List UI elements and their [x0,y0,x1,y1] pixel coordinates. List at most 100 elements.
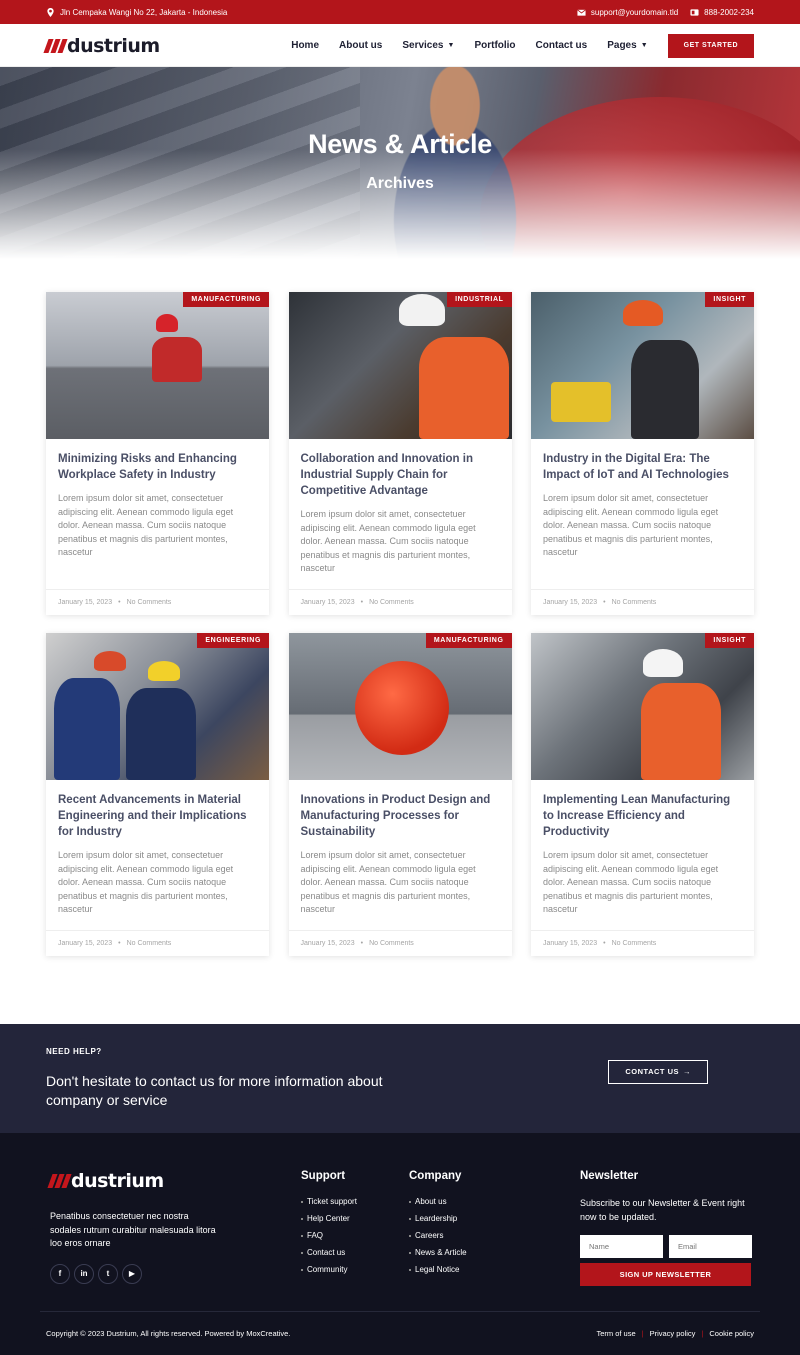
article-comments[interactable]: No Comments [127,940,172,947]
articles-grid: MANUFACTURING Minimizing Risks and Enhan… [46,292,754,956]
category-badge[interactable]: INSIGHT [705,292,754,307]
newsletter-text: Subscribe to our Newsletter & Event righ… [580,1198,745,1222]
article-card[interactable]: INSIGHT Industry in the Digital Era: The… [531,292,754,615]
site-logo[interactable]: dustrium [43,35,160,57]
worker-figure [152,337,202,382]
logo-mark-icon [43,38,68,53]
nav-item-services[interactable]: Services ▼ [402,40,454,51]
footer-link[interactable]: About us [409,1197,467,1206]
category-badge[interactable]: INDUSTRIAL [447,292,512,307]
article-meta: January 15, 2023 • No Comments [288,589,512,615]
meta-dot: • [360,940,364,947]
article-date: January 15, 2023 [543,599,598,606]
sign-up-newsletter-button[interactable]: SIGN UP NEWSLETTER [580,1263,751,1286]
linkedin-icon[interactable]: in [74,1263,94,1284]
youtube-icon[interactable]: ▶ [122,1263,142,1284]
article-card[interactable]: INDUSTRIAL Collaboration and Innovation … [288,292,512,615]
meta-dot: • [360,599,364,606]
nav-item-portfolio[interactable]: Portfolio [474,40,515,51]
footer-link[interactable]: Community [301,1265,357,1274]
category-badge[interactable]: MANUFACTURING [425,633,512,648]
red-tank-shape [354,661,449,755]
machine-shape [551,382,611,422]
logo-mark-icon [47,1174,72,1188]
helmet-shape [623,300,663,326]
facebook-icon[interactable]: f [50,1263,70,1284]
main-nav: Home About us Services ▼ Portfolio Contac… [291,33,754,58]
article-card[interactable]: INSIGHT Implementing Lean Manufacturing … [531,633,754,956]
article-title[interactable]: Recent Advancements in Material Engineer… [58,792,257,840]
article-title[interactable]: Industry in the Digital Era: The Impact … [543,451,742,483]
legal-link-cookie[interactable]: Cookie policy [709,1329,754,1338]
article-card[interactable]: MANUFACTURING Minimizing Risks and Enhan… [46,292,269,615]
category-badge[interactable]: INSIGHT [705,633,754,648]
nav-label: Services [402,40,444,51]
footer-link[interactable]: News & Article [409,1248,467,1257]
nav-item-home[interactable]: Home [291,40,319,51]
article-title[interactable]: Minimizing Risks and Enhancing Workplace… [58,451,257,483]
article-card[interactable]: ENGINEERING Recent Advancements in Mater… [46,633,269,956]
article-title[interactable]: Implementing Lean Manufacturing to Incre… [543,792,742,840]
newsletter-heading: Newsletter [580,1170,639,1182]
phone-text[interactable]: 888-2002-234 [704,8,754,17]
article-title[interactable]: Innovations in Product Design and Manufa… [301,792,500,840]
site-footer: dustrium Penatibus consectetuer nec nost… [0,1133,800,1355]
footer-link[interactable]: Legal Notice [409,1265,467,1274]
article-comments[interactable]: No Comments [369,599,414,606]
category-badge[interactable]: MANUFACTURING [183,292,269,307]
nav-label: About us [339,40,383,51]
twitter-icon[interactable]: t [98,1263,118,1284]
meta-dot: • [603,940,606,947]
nav-label: Portfolio [474,40,516,51]
article-image[interactable]: MANUFACTURING [288,633,512,780]
legal-link-terms[interactable]: Term of use [596,1329,635,1338]
article-comments[interactable]: No Comments [127,599,172,606]
footer-logo[interactable]: dustrium [47,1170,220,1192]
footer-link[interactable]: Contact us [301,1248,357,1257]
top-bar: Jln Cempaka Wangi No 22, Jakarta - Indon… [0,0,800,24]
get-started-button[interactable]: GET STARTED [667,33,754,58]
nav-item-pages[interactable]: Pages ▼ [607,40,647,51]
support-heading: Support [301,1170,346,1182]
footer-link[interactable]: Leardership [409,1214,467,1223]
footer-description: Penatibus consectetuer nec nostra sodale… [50,1211,216,1248]
email-info[interactable]: support@yourdomain.tld [577,8,678,17]
footer-link[interactable]: Ticket support [301,1197,357,1206]
footer-link[interactable]: FAQ [301,1231,357,1240]
legal-links: Term of use | Privacy policy | Cookie po… [596,1329,754,1338]
article-image[interactable]: INSIGHT [531,633,754,780]
footer-link[interactable]: Careers [409,1231,467,1240]
article-title[interactable]: Collaboration and Innovation in Industri… [301,451,500,499]
meta-dot: • [603,599,606,606]
category-badge[interactable]: ENGINEERING [197,633,269,648]
contact-us-button[interactable]: CONTACT US → [608,1059,708,1084]
footer-link[interactable]: Help Center [301,1214,357,1223]
article-excerpt: Lorem ipsum dolor sit amet, consectetuer… [300,850,476,914]
helmet-shape [148,661,180,681]
chevron-down-icon: ▼ [447,42,455,49]
nav-item-about[interactable]: About us [339,40,382,51]
legal-separator: | [701,1329,704,1338]
article-comments[interactable]: No Comments [612,599,657,606]
nav-item-contact[interactable]: Contact us [536,40,588,51]
article-meta: January 15, 2023 • No Comments [531,930,754,956]
contact-us-label: CONTACT US [625,1067,679,1076]
legal-link-privacy[interactable]: Privacy policy [650,1329,696,1338]
article-comments[interactable]: No Comments [369,940,414,947]
article-image[interactable]: MANUFACTURING [46,292,269,439]
footer-newsletter: Newsletter Subscribe to our Newsletter &… [580,1170,752,1286]
phone-info[interactable]: 888-2002-234 [690,8,754,17]
newsletter-name-input[interactable] [580,1235,663,1258]
email-text[interactable]: support@yourdomain.tld [591,8,678,17]
article-image[interactable]: ENGINEERING [46,633,269,780]
article-card[interactable]: MANUFACTURING Innovations in Product Des… [288,633,512,956]
legal-separator: | [641,1329,644,1338]
article-image[interactable]: INSIGHT [531,292,754,439]
article-meta: January 15, 2023 • No Comments [46,930,269,956]
footer-bottom-bar: Copyright © 2023 Dustrium, All rights re… [40,1311,760,1355]
help-kicker: NEED HELP? [46,1047,102,1056]
article-comments[interactable]: No Comments [612,940,657,947]
article-excerpt: Lorem ipsum dolor sit amet, consectetuer… [300,509,476,573]
article-image[interactable]: INDUSTRIAL [288,292,512,439]
newsletter-email-input[interactable] [669,1235,752,1258]
